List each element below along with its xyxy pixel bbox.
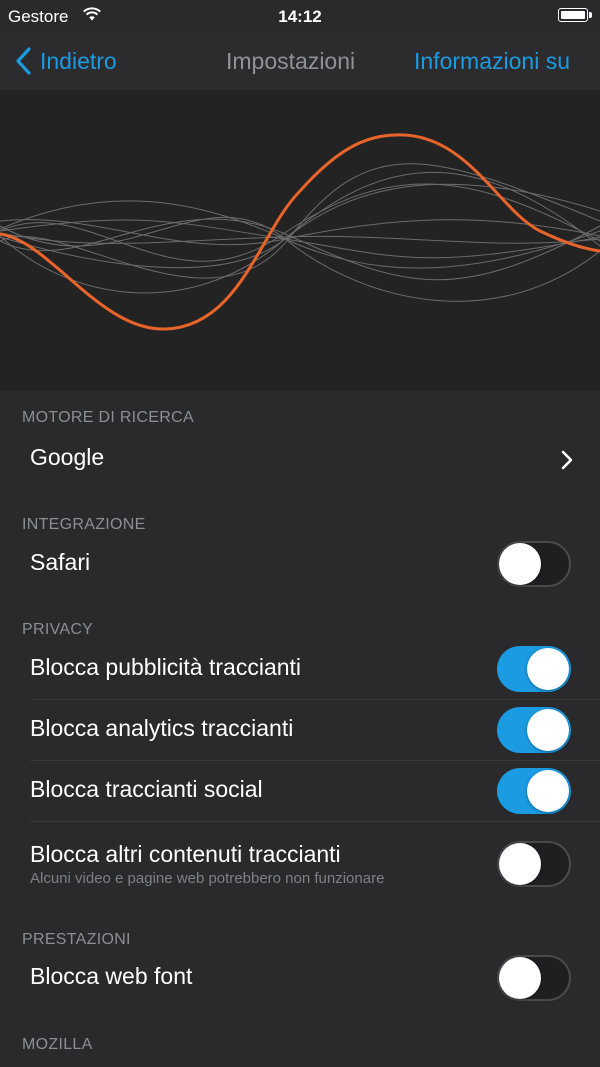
block-social-toggle[interactable] <box>497 768 571 814</box>
block-analytics-toggle[interactable] <box>497 707 571 753</box>
privacy-row-analytics: Blocca analytics traccianti <box>0 700 600 761</box>
section-header-mozilla: MOZILLA <box>22 1036 93 1053</box>
wave-graphic <box>0 133 600 331</box>
privacy-social-label: Blocca traccianti social <box>30 776 263 802</box>
safari-toggle[interactable] <box>497 541 571 587</box>
search-engine-value: Google <box>30 444 105 470</box>
navigation-bar: Indietro Impostazioni Informazioni su <box>0 34 600 91</box>
chevron-left-icon <box>16 47 31 75</box>
search-engine-row[interactable]: Google <box>0 429 600 490</box>
back-button-label: Indietro <box>40 47 117 74</box>
page-title: Impostazioni <box>226 48 356 74</box>
safari-label: Safari <box>30 549 91 575</box>
block-ads-toggle[interactable] <box>497 646 571 692</box>
safari-row: Safari <box>0 534 600 595</box>
status-bar: Gestore 14:12 <box>0 0 600 34</box>
section-header-search: MOTORE DI RICERCA <box>22 409 194 426</box>
privacy-ads-label: Blocca pubblicità traccianti <box>30 654 302 680</box>
privacy-row-ads: Blocca pubblicità traccianti <box>0 639 600 700</box>
privacy-row-social: Blocca traccianti social <box>0 761 600 822</box>
privacy-analytics-label: Blocca analytics traccianti <box>30 715 294 741</box>
hero-wave-illustration <box>0 91 600 391</box>
battery-icon <box>558 8 592 22</box>
section-header-performance: PRESTAZIONI <box>22 931 131 948</box>
section-header-privacy: PRIVACY <box>22 621 94 638</box>
block-other-toggle[interactable] <box>497 841 571 887</box>
privacy-other-sublabel: Alcuni video e pagine web potrebbero non… <box>30 870 385 887</box>
privacy-row-other: Blocca altri contenuti traccianti Alcuni… <box>0 822 600 892</box>
back-button[interactable]: Indietro <box>14 46 117 76</box>
about-button[interactable]: Informazioni su <box>414 48 570 75</box>
section-header-integration: INTEGRAZIONE <box>22 516 146 533</box>
clock: 14:12 <box>278 7 322 26</box>
block-web-fonts-toggle[interactable] <box>497 955 571 1001</box>
web-fonts-label: Blocca web font <box>30 963 193 989</box>
privacy-other-label: Blocca altri contenuti traccianti <box>30 841 341 867</box>
web-fonts-row: Blocca web font <box>0 948 600 1009</box>
chevron-right-icon <box>561 450 573 470</box>
